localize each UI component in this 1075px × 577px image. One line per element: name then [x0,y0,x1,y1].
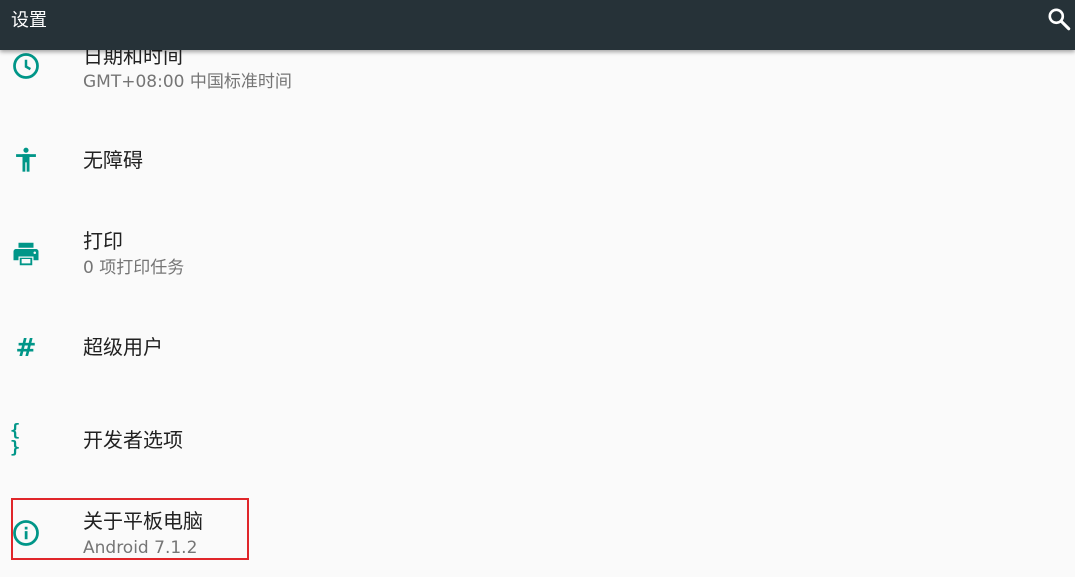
settings-item-accessibility[interactable]: 无障碍 [0,115,1075,205]
settings-item-summary: GMT+08:00 中国标准时间 [83,72,292,92]
hash-icon: # [15,332,37,362]
settings-item-developer-options[interactable]: { } 开发者选项 [0,395,1075,485]
page-title: 设置 [11,10,47,31]
app-toolbar: 设置 [0,0,1075,50]
settings-item-title: 超级用户 [83,335,163,359]
search-icon [1046,6,1072,36]
code-braces-icon: { } [10,421,23,458]
accessibility-icon [10,144,42,176]
settings-item-title: 开发者选项 [83,428,183,452]
settings-item-summary: 0 项打印任务 [83,258,185,278]
settings-item-summary: Android 7.1.2 [83,538,198,558]
settings-item-title: 打印 [83,229,123,253]
search-button[interactable] [1043,6,1075,36]
info-icon [10,517,42,549]
settings-screen: 日期和时间 GMT+08:00 中国标准时间 无障碍 打印 0 项打印任务 # … [0,0,1075,577]
settings-item-about-tablet[interactable]: 关于平板电脑 Android 7.1.2 [0,488,1075,577]
settings-item-title: 关于平板电脑 [83,509,203,533]
settings-item-superuser[interactable]: # 超级用户 [0,302,1075,392]
settings-item-printing[interactable]: 打印 0 项打印任务 [0,209,1075,299]
settings-item-title: 无障碍 [83,148,143,172]
clock-icon [10,50,42,82]
settings-list[interactable]: 日期和时间 GMT+08:00 中国标准时间 无障碍 打印 0 项打印任务 # … [0,0,1075,577]
print-icon [10,238,42,270]
